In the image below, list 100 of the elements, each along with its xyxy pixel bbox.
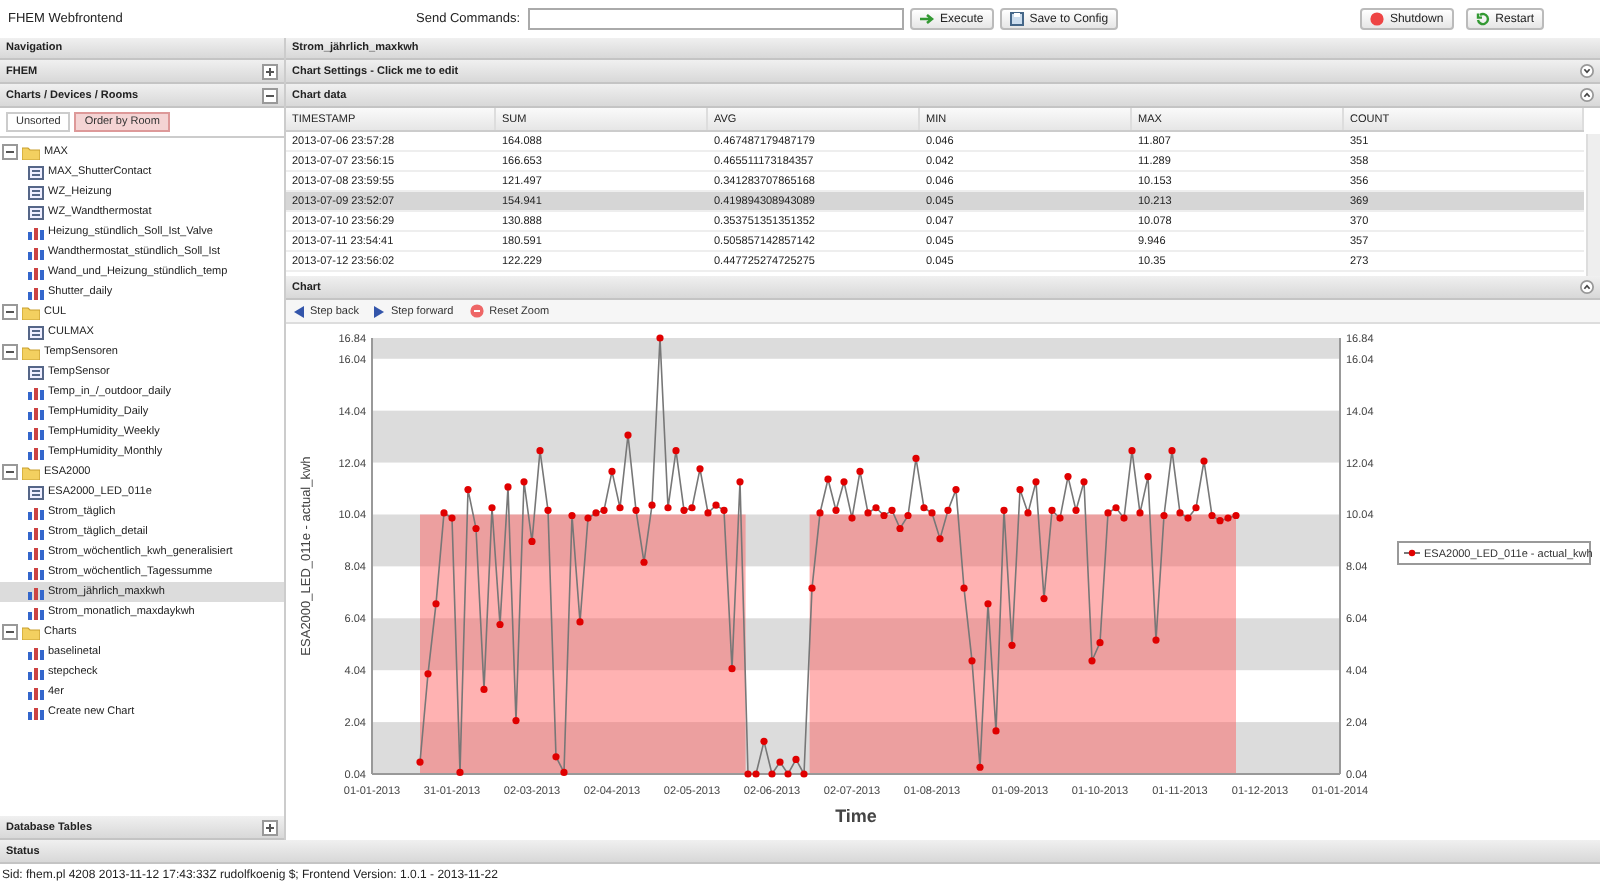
collapse-icon[interactable]: [2, 304, 18, 320]
data-point: [952, 485, 960, 494]
data-point: [936, 535, 944, 543]
data-point: [568, 511, 576, 520]
data-point: [576, 618, 584, 626]
data-point: [984, 600, 992, 608]
data-point: [1016, 485, 1024, 494]
data-point: [456, 768, 464, 777]
forward-arrow-icon: [374, 305, 385, 317]
data-point: [816, 509, 824, 517]
data-point: [488, 504, 496, 512]
collapse-icon[interactable]: [2, 344, 18, 360]
data-point: [1000, 506, 1008, 514]
data-point: [672, 447, 680, 455]
folder-icon: [22, 625, 40, 639]
scrollbar[interactable]: [1586, 134, 1600, 276]
data-point: [1040, 594, 1048, 603]
data-point: [520, 478, 528, 486]
data-point: [1032, 478, 1040, 486]
data-point: [856, 467, 864, 475]
data-point: [992, 727, 1000, 735]
data-point: [736, 478, 744, 486]
data-point: [544, 506, 552, 514]
data-point: [640, 558, 648, 566]
data-point: [624, 431, 632, 439]
expand-icon[interactable]: [1580, 64, 1594, 78]
data-point: [760, 737, 768, 745]
data-point: [784, 770, 792, 778]
data-point: [424, 670, 432, 678]
data-point: [1096, 639, 1104, 647]
data-point: [1088, 657, 1096, 665]
data-point: [1072, 506, 1080, 514]
data-point: [896, 524, 904, 533]
data-point: [664, 504, 672, 512]
data-point: [968, 657, 976, 665]
data-point: [944, 506, 952, 514]
restart-icon: [1475, 12, 1490, 26]
folder-icon: [22, 345, 40, 359]
collapse-icon[interactable]: [1580, 280, 1594, 294]
data-point: [768, 770, 776, 778]
collapse-icon[interactable]: [262, 87, 278, 103]
data-point: [1064, 473, 1072, 481]
data-point: [800, 770, 808, 778]
device-icon: [28, 165, 44, 179]
command-field[interactable]: [528, 8, 905, 30]
data-point: [656, 334, 664, 342]
collapse-icon[interactable]: [2, 464, 18, 480]
data-point: [696, 465, 704, 473]
device-icon: [28, 485, 44, 499]
data-point: [976, 763, 984, 771]
data-point: [912, 454, 920, 462]
data-point: [1152, 636, 1160, 644]
data-point: [1136, 509, 1144, 517]
data-point: [776, 758, 784, 766]
collapse-icon[interactable]: [2, 624, 18, 640]
data-point: [648, 501, 656, 509]
data-point: [560, 768, 568, 777]
back-arrow-icon: [294, 305, 304, 317]
device-icon: [28, 185, 44, 199]
data-point: [960, 584, 968, 592]
data-point: [904, 511, 912, 520]
data-point: [1168, 447, 1176, 455]
data-point: [464, 485, 472, 494]
power-icon: [1369, 12, 1384, 26]
data-point: [432, 600, 440, 608]
expand-icon[interactable]: [262, 819, 278, 835]
device-icon: [28, 365, 44, 379]
data-point: [608, 467, 616, 475]
device-icon: [28, 325, 44, 339]
data-point: [848, 514, 856, 522]
collapse-icon[interactable]: [2, 144, 18, 160]
data-point: [536, 447, 544, 455]
data-point: [480, 685, 488, 693]
x-axis-title: Time: [835, 806, 877, 826]
expand-icon[interactable]: [262, 63, 278, 79]
save-icon: [1009, 12, 1024, 26]
folder-icon: [22, 465, 40, 479]
data-point: [416, 758, 424, 766]
arrow-icon: [920, 14, 935, 24]
data-point: [1008, 641, 1016, 649]
data-point: [808, 584, 816, 592]
folder-icon: [22, 145, 40, 159]
data-point: [1080, 478, 1088, 486]
data-point: [472, 524, 480, 533]
data-point: [528, 537, 536, 546]
data-point: [616, 504, 624, 512]
collapse-icon[interactable]: [1580, 88, 1594, 102]
data-point: [1200, 457, 1208, 465]
data-point: [632, 506, 640, 514]
data-point: [840, 478, 848, 486]
data-point: [1024, 509, 1032, 517]
data-point: [832, 506, 840, 514]
data-point: [1128, 447, 1136, 455]
data-point: [504, 483, 512, 491]
data-point: [728, 665, 736, 673]
device-icon: [28, 205, 44, 219]
data-point: [792, 755, 800, 764]
data-point: [824, 475, 832, 483]
data-point: [1160, 511, 1168, 520]
folder-icon: [22, 305, 40, 319]
